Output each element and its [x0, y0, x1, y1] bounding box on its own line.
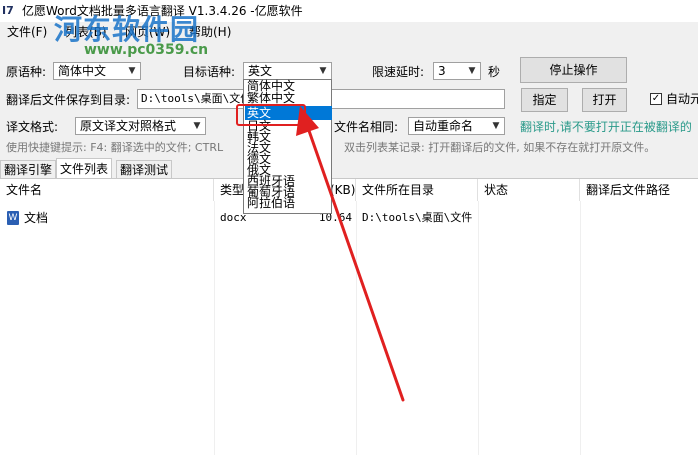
annotation-arrow-icon	[296, 106, 405, 402]
arrow-shaft	[305, 123, 405, 402]
arrow-head	[296, 106, 319, 136]
